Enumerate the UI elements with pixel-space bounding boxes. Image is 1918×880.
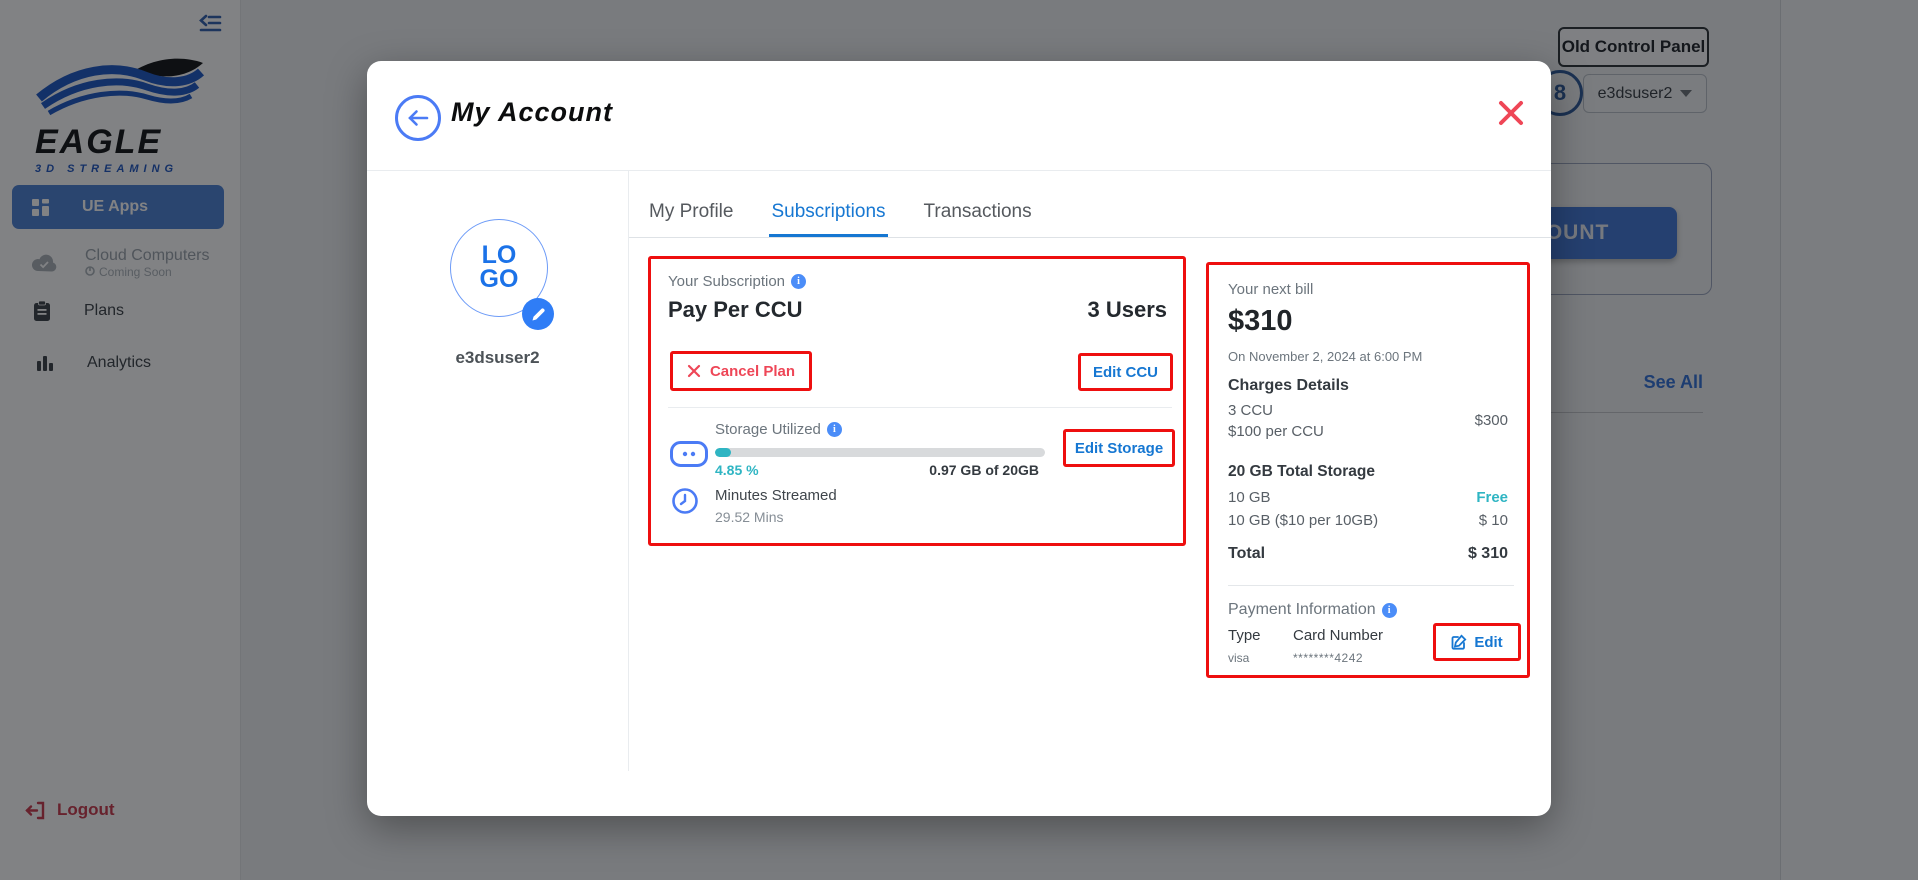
back-button[interactable] — [395, 95, 441, 141]
payment-type-value: visa — [1228, 651, 1249, 665]
total-amount: $ 310 — [1468, 545, 1508, 563]
row-label: 10 GB ($10 per 10GB) — [1228, 512, 1378, 529]
edit-avatar-button[interactable] — [522, 298, 554, 330]
tab-my-profile[interactable]: My Profile — [647, 195, 735, 237]
storage-percent: 4.85 % — [715, 462, 759, 478]
ccu-line2: $100 per CCU — [1228, 423, 1324, 440]
tab-transactions[interactable]: Transactions — [922, 195, 1034, 237]
edit-icon — [1451, 634, 1467, 650]
edit-storage-button[interactable]: Edit Storage — [1075, 440, 1163, 457]
plan-users: 3 Users — [1087, 297, 1167, 323]
my-account-modal: My Account LO GO e3dsuser2 My Profile Su… — [367, 61, 1551, 816]
close-icon — [1496, 98, 1526, 128]
tab-subscriptions[interactable]: Subscriptions — [769, 195, 887, 237]
storage-label: Storage Utilized — [715, 421, 821, 438]
total-label: Total — [1228, 545, 1265, 563]
page: EAGLE 3D STREAMING UE Apps Cloud Compute… — [0, 0, 1918, 880]
bill-divider — [1228, 585, 1514, 586]
plan-name: Pay Per CCU — [668, 297, 803, 323]
subscription-divider — [668, 407, 1172, 408]
annotation-box-edit-ccu: Edit CCU — [1078, 353, 1173, 391]
storage-usage: 0.97 GB of 20GB — [929, 462, 1039, 478]
charges-label: Charges Details — [1228, 377, 1349, 395]
profile-divider — [628, 171, 629, 771]
cancel-plan-label: Cancel Plan — [710, 363, 795, 380]
ccu-amount: $300 — [1475, 412, 1508, 429]
charge-row-ccu: 3 CCU $100 per CCU — [1228, 402, 1324, 440]
account-tabs: My Profile Subscriptions Transactions — [629, 195, 1551, 238]
annotation-box-bill: Your next bill $310 On November 2, 2024 … — [1206, 262, 1530, 678]
profile-username: e3dsuser2 — [367, 348, 628, 368]
payment-card-label: Card Number — [1293, 627, 1383, 644]
row-amount: Free — [1476, 489, 1508, 506]
pencil-icon — [531, 307, 546, 322]
edit-ccu-button[interactable]: Edit CCU — [1093, 364, 1158, 381]
subscription-section-label: Your Subscription — [668, 273, 785, 290]
annotation-box-edit-payment: Edit — [1433, 623, 1521, 661]
annotation-box-edit-storage: Edit Storage — [1063, 429, 1175, 467]
minutes-label: Minutes Streamed — [715, 487, 837, 504]
avatar-text-line2: GO — [480, 268, 519, 292]
storage-icon — [670, 441, 708, 472]
cancel-plan-button[interactable]: Cancel Plan — [687, 363, 795, 380]
storage-charge-row: 10 GB ($10 per 10GB) $ 10 — [1228, 512, 1508, 529]
header-divider — [367, 170, 1551, 171]
edit-payment-label: Edit — [1474, 634, 1502, 651]
ccu-line1: 3 CCU — [1228, 402, 1324, 419]
bill-amount: $310 — [1228, 305, 1293, 338]
payment-section-label: Payment Information — [1228, 601, 1376, 619]
storage-progress-fill — [715, 448, 731, 457]
payment-card-value: ********4242 — [1293, 651, 1363, 665]
info-icon[interactable]: i — [827, 422, 842, 437]
info-icon[interactable]: i — [791, 274, 806, 289]
close-button[interactable] — [1491, 93, 1531, 133]
minutes-value: 29.52 Mins — [715, 509, 783, 525]
payment-type-label: Type — [1228, 627, 1261, 644]
modal-title: My Account — [451, 97, 613, 128]
bill-due-date: On November 2, 2024 at 6:00 PM — [1228, 349, 1422, 364]
row-amount: $ 10 — [1479, 512, 1508, 529]
x-icon — [687, 364, 701, 378]
total-row: Total $ 310 — [1228, 545, 1508, 563]
annotation-box-subscription: Your Subscription i Pay Per CCU 3 Users … — [648, 256, 1186, 546]
edit-payment-button[interactable]: Edit — [1451, 634, 1502, 651]
arrow-left-icon — [407, 109, 429, 127]
bill-section-label: Your next bill — [1228, 281, 1313, 298]
storage-charges-header: 20 GB Total Storage — [1228, 463, 1375, 481]
storage-charge-row: 10 GB Free — [1228, 489, 1508, 506]
storage-progress-bar — [715, 448, 1045, 457]
row-label: 10 GB — [1228, 489, 1271, 506]
clock-icon — [671, 487, 699, 520]
info-icon[interactable]: i — [1382, 603, 1397, 618]
annotation-box-cancel-plan: Cancel Plan — [670, 351, 812, 391]
